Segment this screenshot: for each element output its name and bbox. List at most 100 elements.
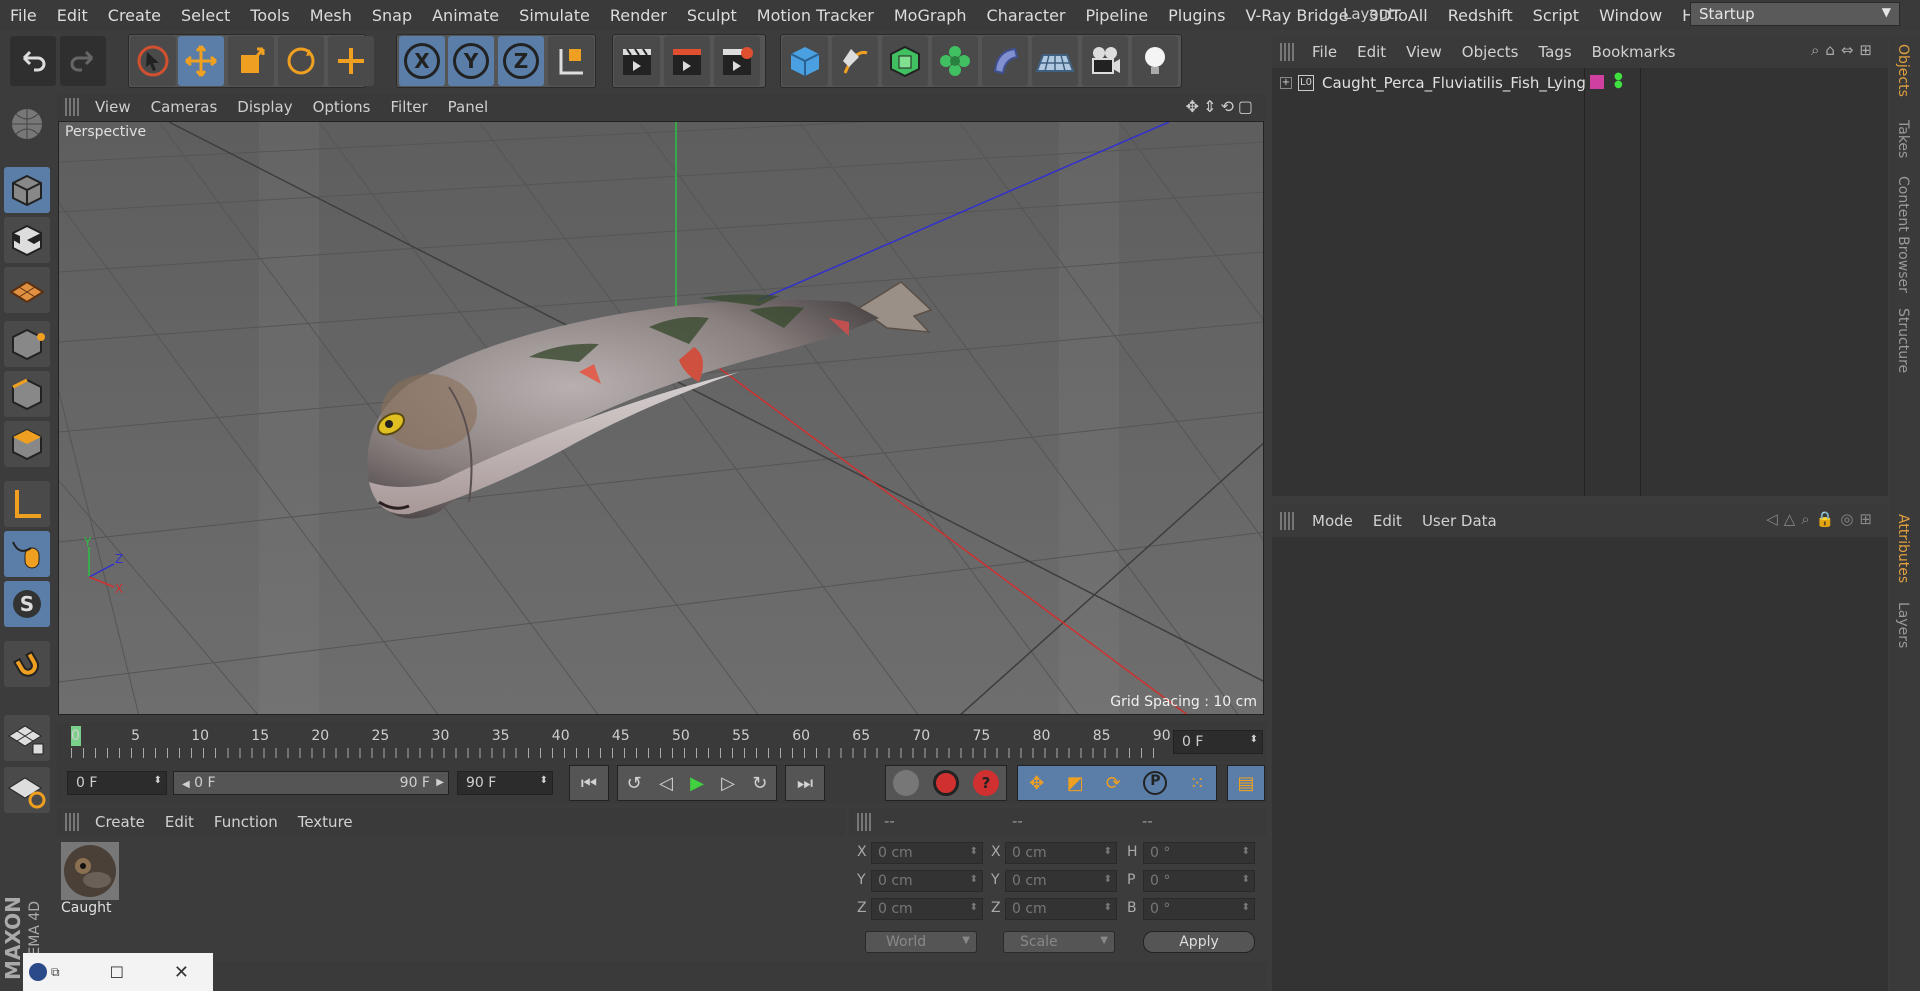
end-frame-field[interactable]: 90 F ⬍ (457, 771, 553, 795)
menu-redshift[interactable]: Redshift (1438, 6, 1523, 25)
minimized-window[interactable]: ⧉ ☐ ✕ (23, 953, 213, 991)
material-menu-edit[interactable]: Edit (155, 813, 204, 831)
edges-mode-button[interactable] (4, 371, 50, 417)
key-parameter-icon[interactable]: P (1143, 771, 1168, 795)
stepper-icon[interactable]: ⬍ (1242, 874, 1250, 885)
render-view-button[interactable] (614, 36, 660, 86)
menu-window[interactable]: Window (1589, 6, 1672, 25)
om-menu-edit[interactable]: Edit (1347, 43, 1396, 61)
key-position-icon[interactable]: ✥ (1029, 773, 1044, 794)
cube-button[interactable] (782, 36, 828, 86)
model-mode-button[interactable] (4, 167, 50, 213)
stepper-icon[interactable]: ⬍ (970, 902, 978, 913)
object-name[interactable]: Caught_Perca_Fluviatilis_Fish_Lying (1322, 74, 1586, 92)
key-rotation-icon[interactable]: ⟳ (1106, 773, 1121, 794)
render-picture-viewer-button[interactable] (664, 36, 710, 86)
coord-value-field[interactable]: 0 cm ⬍ (1005, 870, 1117, 892)
apply-button[interactable]: Apply (1143, 931, 1255, 953)
menu-file[interactable]: File (0, 6, 47, 25)
viewport-menu-display[interactable]: Display (227, 98, 302, 116)
close-icon[interactable]: ✕ (174, 962, 189, 983)
timeline-window-button[interactable]: ▤ (1227, 765, 1265, 801)
viewport-menu-options[interactable]: Options (303, 98, 381, 116)
current-frame-field[interactable]: 0 F ⬍ (1173, 730, 1263, 754)
menu-v-ray-bridge[interactable]: V-Ray Bridge (1235, 6, 1358, 25)
stepper-icon[interactable]: ⬍ (1250, 734, 1258, 745)
texture-mode-button[interactable] (4, 217, 50, 263)
cloner-button[interactable] (932, 36, 978, 86)
play-button[interactable]: ▶ (690, 773, 704, 794)
stepper-icon[interactable]: ⬍ (1242, 846, 1250, 857)
menu-snap[interactable]: Snap (362, 6, 422, 25)
subdivision-surface-button[interactable] (882, 36, 928, 86)
key-scale-icon[interactable]: ◩ (1067, 773, 1084, 794)
maximize-icon[interactable]: ☐ (110, 963, 124, 982)
menu-tools[interactable]: Tools (240, 6, 299, 25)
viewport-menu-view[interactable]: View (85, 98, 141, 116)
tab-content-browser[interactable]: Content Browser (1895, 176, 1911, 293)
viewport-menu-filter[interactable]: Filter (380, 98, 437, 116)
stepper-icon[interactable]: ⬍ (1104, 874, 1112, 885)
transform-tool-button[interactable] (328, 36, 374, 86)
next-frame-button[interactable]: ▷ (721, 773, 735, 794)
om-menu-bookmarks[interactable]: Bookmarks (1582, 43, 1686, 61)
stepper-icon[interactable]: ⬍ (1242, 902, 1250, 913)
spline-pen-button[interactable] (832, 36, 878, 86)
material-menu-texture[interactable]: Texture (288, 813, 363, 831)
live-selection-button[interactable] (130, 36, 176, 86)
coord-value-field[interactable]: 0 cm ⬍ (871, 870, 983, 892)
am-menu-edit[interactable]: Edit (1363, 512, 1412, 530)
am-toolbar-icons[interactable]: ◁△⌕🔒◎⊞ (1766, 510, 1878, 528)
light-button[interactable] (1132, 36, 1178, 86)
stepper-icon[interactable]: ⬍ (1104, 846, 1112, 857)
lock-workplane-button[interactable] (4, 715, 50, 761)
go-to-end-button[interactable]: ⏭ (785, 765, 825, 801)
stepper-icon[interactable]: ⬍ (154, 775, 162, 786)
menu-pipeline[interactable]: Pipeline (1076, 6, 1159, 25)
menu-mesh[interactable]: Mesh (300, 6, 362, 25)
om-menu-tags[interactable]: Tags (1528, 43, 1581, 61)
menu-sculpt[interactable]: Sculpt (677, 6, 747, 25)
stepper-icon[interactable]: ⬍ (970, 874, 978, 885)
render-settings-button[interactable] (714, 36, 760, 86)
menu-character[interactable]: Character (977, 6, 1076, 25)
deformer-button[interactable] (982, 36, 1028, 86)
key-pla-icon[interactable]: ⁙ (1190, 773, 1205, 794)
tab-attributes[interactable]: Attributes (1895, 514, 1911, 583)
stepper-icon[interactable]: ⬍ (1104, 902, 1112, 913)
polygons-mode-button[interactable] (4, 421, 50, 467)
menu-simulate[interactable]: Simulate (509, 6, 600, 25)
rotate-tool-button[interactable] (278, 36, 324, 86)
om-menu-file[interactable]: File (1302, 43, 1347, 61)
viewport-menu-panel[interactable]: Panel (438, 98, 498, 116)
workplane-mode-button[interactable] (4, 267, 50, 313)
tab-layers[interactable]: Layers (1895, 602, 1911, 648)
snap-mode-button[interactable]: S (4, 581, 50, 627)
visibility-dots-icon[interactable]: ● ● (1614, 72, 1623, 90)
coord-value-field[interactable]: 0 cm ⬍ (1005, 842, 1117, 864)
material-menu-function[interactable]: Function (204, 813, 288, 831)
frame-range-slider[interactable]: ◀ 0 F 90 F ▶ (173, 771, 449, 795)
coord-value-field[interactable]: 0 ° ⬍ (1143, 842, 1255, 864)
floor-button[interactable] (1032, 36, 1078, 86)
coord-value-field[interactable]: 0 ° ⬍ (1143, 898, 1255, 920)
help-icon[interactable]: ? (973, 770, 999, 796)
tab-takes[interactable]: Takes (1895, 120, 1911, 158)
prev-frame-button[interactable]: ◁ (659, 773, 673, 794)
viewport-menu-cameras[interactable]: Cameras (141, 98, 228, 116)
stepper-icon[interactable]: ⬍ (540, 775, 548, 786)
menu-create[interactable]: Create (98, 6, 171, 25)
menu-edit[interactable]: Edit (47, 6, 98, 25)
coordinate-system-button[interactable] (548, 36, 594, 86)
material-swatch[interactable]: Caught (61, 842, 119, 922)
z-axis-button[interactable]: Z (498, 36, 544, 86)
workplane-axis-button[interactable] (4, 767, 50, 813)
axis-mode-button[interactable] (4, 481, 50, 527)
record-keys-icon[interactable] (893, 770, 919, 796)
3d-viewport[interactable]: Perspective Y Z X Grid Spacing : 10 cm (58, 121, 1264, 715)
menu-render[interactable]: Render (600, 6, 677, 25)
layout-select[interactable]: Startup ▼ (1690, 2, 1900, 26)
am-menu-mode[interactable]: Mode (1302, 512, 1363, 530)
coord-value-field[interactable]: 0 cm ⬍ (1005, 898, 1117, 920)
layer-color-swatch[interactable] (1590, 75, 1604, 89)
